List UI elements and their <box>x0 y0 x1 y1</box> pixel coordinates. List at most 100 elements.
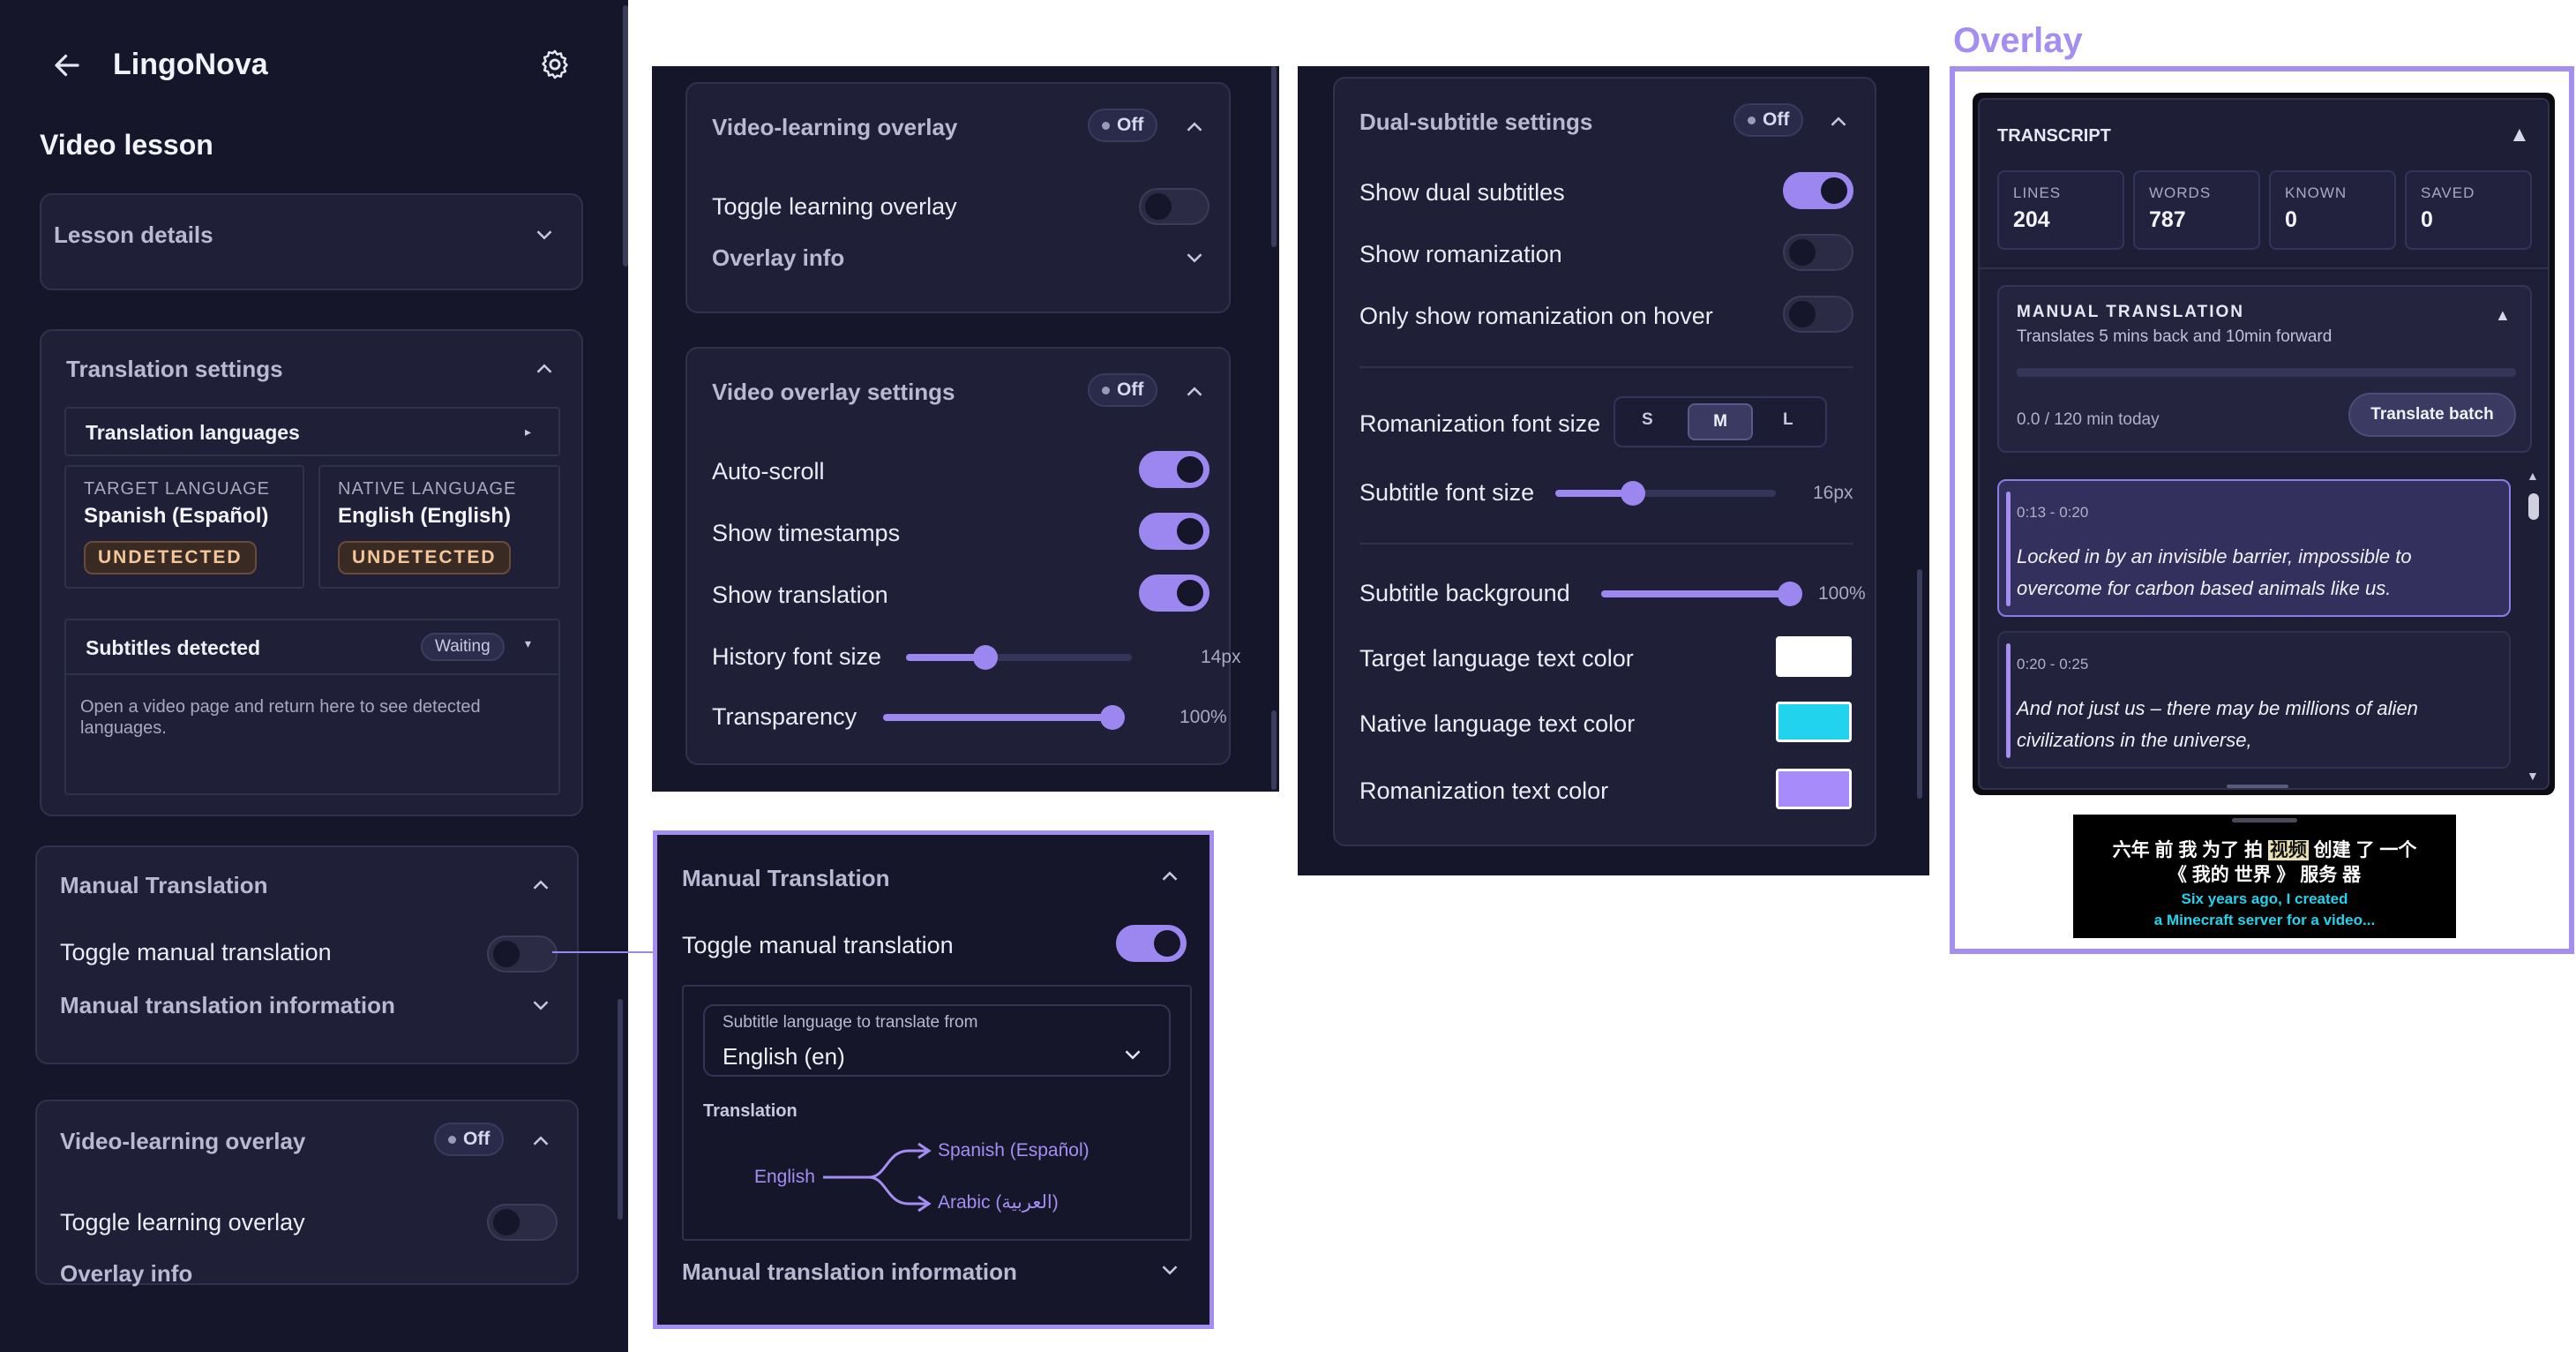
gear-icon[interactable] <box>538 48 572 81</box>
transcript-line-active[interactable]: 0:13 - 0:20 Locked in by an invisible ba… <box>1997 479 2511 617</box>
line-text: Locked in by an invisible barrier, impos… <box>2017 545 2412 599</box>
translate-batch-button[interactable]: Translate batch <box>2348 393 2516 437</box>
subtitle-en-line1: Six years ago, I created <box>2181 890 2348 907</box>
subtitle-background-slider[interactable] <box>1601 582 1802 606</box>
lower-left-panel: Manual Translation Toggle manual transla… <box>0 835 628 1352</box>
native-color-swatch[interactable] <box>1776 702 1852 742</box>
transparency-slider[interactable] <box>883 705 1125 730</box>
romanization-hover-toggle[interactable] <box>1783 296 1853 333</box>
stat-label: WORDS <box>2149 184 2212 201</box>
chevron-down-icon[interactable] <box>1157 1257 1183 1283</box>
show-translation-toggle[interactable] <box>1139 575 1209 612</box>
stat-value: 0 <box>2285 207 2297 232</box>
manual-translation-toggle[interactable] <box>1116 925 1187 962</box>
auto-scroll-toggle[interactable] <box>1139 451 1209 488</box>
target-language-value: Spanish (Español) <box>84 504 269 528</box>
learning-overlay-toggle-label: Toggle learning overlay <box>60 1209 305 1236</box>
back-arrow-icon[interactable] <box>51 49 83 81</box>
history-font-size-label: History font size <box>712 643 882 670</box>
size-m-button[interactable]: M <box>1688 403 1753 440</box>
show-romanization-toggle[interactable] <box>1783 234 1853 271</box>
chevron-down-icon[interactable] <box>1181 244 1208 271</box>
waiting-badge: Waiting <box>421 633 505 661</box>
divider <box>1980 267 2548 269</box>
stat-lines: LINES 204 <box>1997 170 2124 250</box>
chevron-down-icon[interactable] <box>531 222 558 248</box>
manual-translation-info-link[interactable]: Manual translation information <box>682 1258 1017 1286</box>
manual-translation-title: Manual Translation <box>682 865 890 891</box>
chevron-up-icon[interactable] <box>528 872 554 898</box>
chevron-down-icon[interactable] <box>528 992 554 1018</box>
native-language-label: NATIVE LANGUAGE <box>338 479 517 499</box>
chevron-up-icon[interactable] <box>1825 109 1852 135</box>
transcript-line[interactable]: 0:20 - 0:25 And not just us – there may … <box>1997 631 2511 769</box>
translation-languages-row[interactable]: Translation languages ▸ <box>64 407 560 456</box>
preview-handle[interactable] <box>2232 818 2297 822</box>
chevron-up-icon[interactable] <box>1181 114 1208 140</box>
collapse-triangle-icon[interactable]: ▲ <box>2495 306 2511 325</box>
history-font-size-slider[interactable] <box>906 645 1132 670</box>
chevron-up-icon[interactable] <box>1157 863 1183 890</box>
learning-overlay-toggle[interactable] <box>1139 188 1209 225</box>
stat-saved: SAVED 0 <box>2405 170 2532 250</box>
overlay-info-link[interactable]: Overlay info <box>60 1260 192 1288</box>
manual-translation-card: Manual Translation Toggle manual transla… <box>35 845 579 1064</box>
lesson-details-card[interactable]: Lesson details <box>40 193 583 290</box>
chevron-up-icon[interactable] <box>531 356 558 382</box>
chevron-up-icon[interactable] <box>528 1128 554 1154</box>
collapse-triangle-icon[interactable]: ▲ <box>2509 123 2530 147</box>
overlay-panel-scrollbar-lower[interactable] <box>1271 710 1277 790</box>
dual-subtitle-status-text: Off <box>1763 109 1790 130</box>
romanization-size-group: S M L <box>1614 396 1827 447</box>
sidebar-scrollbar-top[interactable] <box>623 5 628 267</box>
learning-overlay-toggle[interactable] <box>487 1204 558 1241</box>
target-color-swatch[interactable] <box>1776 636 1852 677</box>
subtitles-detected-header[interactable]: Subtitles detected Waiting ▾ <box>66 620 558 675</box>
dual-subtitle-scrollbar[interactable] <box>1917 569 1922 799</box>
caret-down-icon[interactable]: ▾ <box>525 636 531 651</box>
size-l-button[interactable]: L <box>1783 410 1793 430</box>
native-color-label: Native language text color <box>1359 710 1636 737</box>
manual-translation-toggle[interactable] <box>487 935 558 973</box>
select-legend: Subtitle language to translate from <box>723 1013 978 1032</box>
history-font-size-value: 14px <box>1201 647 1241 667</box>
line-accent-bar <box>2006 643 2011 758</box>
video-learning-overlay-card: Video-learning overlay Off Toggle learni… <box>685 82 1231 313</box>
transcript-title: TRANSCRIPT <box>1997 126 2111 146</box>
sidebar-scrollbar-bottom[interactable] <box>618 999 623 1220</box>
status-dot <box>1748 116 1756 124</box>
stat-words: WORDS 787 <box>2133 170 2260 250</box>
size-s-button[interactable]: S <box>1642 410 1653 430</box>
divider <box>1359 366 1853 368</box>
stat-label: KNOWN <box>2285 184 2348 201</box>
show-timestamps-toggle[interactable] <box>1139 513 1209 550</box>
overlay-info-link[interactable]: Overlay info <box>712 244 844 272</box>
transparency-value: 100% <box>1179 707 1227 727</box>
overlay-status-pill: Off <box>1088 109 1158 142</box>
scroll-up-icon[interactable]: ▲ <box>2527 469 2539 483</box>
romanization-hover-label: Only show romanization on hover <box>1359 303 1713 329</box>
auto-scroll-label: Auto-scroll <box>712 458 825 484</box>
native-language-box: NATIVE LANGUAGE English (English) UNDETE… <box>318 465 560 589</box>
chevron-up-icon[interactable] <box>1181 379 1208 405</box>
show-dual-toggle[interactable] <box>1783 172 1853 209</box>
transcript-scroll-thumb[interactable] <box>2528 493 2539 520</box>
manual-translation-info-link[interactable]: Manual translation information <box>60 992 395 1019</box>
video-overlay-panel: Video-learning overlay Off Toggle learni… <box>652 66 1279 792</box>
chevron-down-icon <box>1120 1041 1146 1068</box>
subtitle-font-size-slider[interactable] <box>1555 481 1776 506</box>
romanization-color-swatch[interactable] <box>1776 769 1852 809</box>
translation-settings-title: Translation settings <box>66 356 283 382</box>
overlay-panel-scrollbar[interactable] <box>1271 66 1277 247</box>
overlay-frame: TRANSCRIPT ▲ LINES 204 WORDS 787 KNOWN 0… <box>1950 66 2574 954</box>
subtitle-language-select[interactable]: Subtitle language to translate from Engl… <box>703 1004 1171 1077</box>
usage-progress-bar <box>2017 368 2516 377</box>
target-language-arabic: Arabic (العربية) <box>938 1192 1059 1213</box>
scroll-down-icon[interactable]: ▼ <box>2527 769 2539 783</box>
subtitle-zh-highlight[interactable]: 视频 <box>2267 840 2309 860</box>
connector-line <box>552 951 656 953</box>
resize-handle[interactable] <box>2227 785 2288 788</box>
romanization-color-label: Romanization text color <box>1359 777 1609 804</box>
stat-value: 204 <box>2013 207 2050 232</box>
translation-settings-card: Translation settings Translation languag… <box>40 329 583 816</box>
